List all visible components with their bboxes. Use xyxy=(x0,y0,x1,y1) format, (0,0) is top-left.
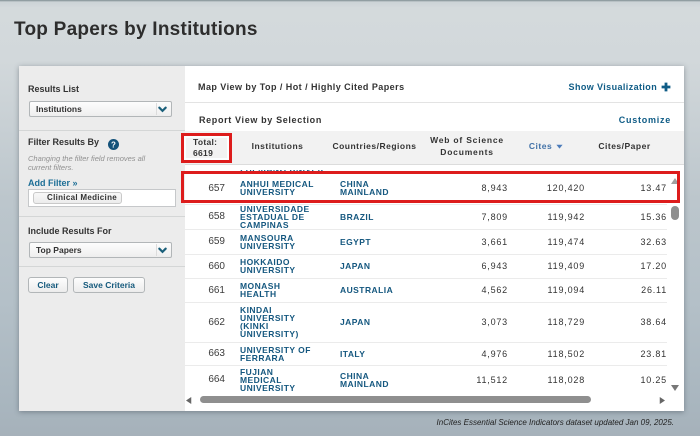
svg-text:?: ? xyxy=(111,140,116,149)
